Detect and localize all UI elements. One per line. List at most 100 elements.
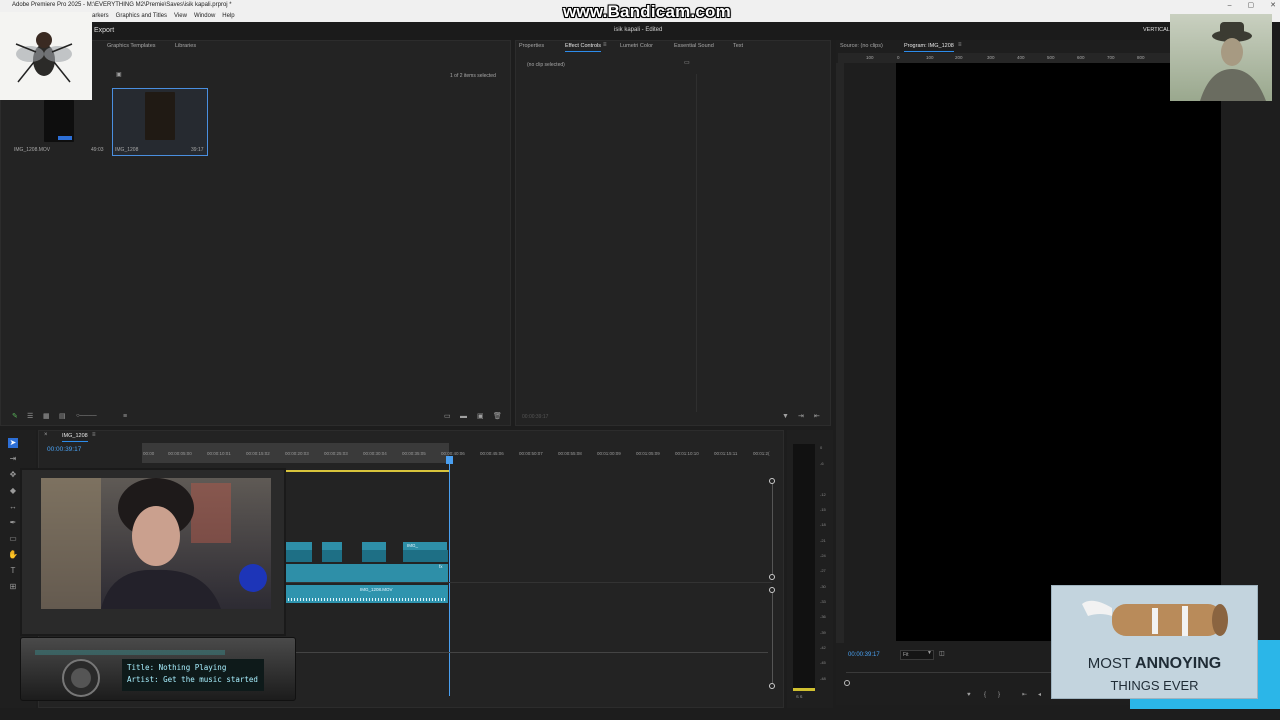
razor-tool-icon[interactable]: ◆ xyxy=(8,486,18,496)
ripple-edit-tool-icon[interactable]: ✥ xyxy=(8,470,18,480)
export-tab[interactable]: Export xyxy=(94,27,114,34)
find-icon[interactable]: ▭ xyxy=(444,413,451,420)
expand-icon[interactable]: ▭ xyxy=(684,60,690,66)
meter-scale: 0 xyxy=(820,445,823,450)
close-sequence-icon[interactable]: × xyxy=(44,432,48,438)
ruler-time: 00:00:30:04 xyxy=(363,451,387,456)
bandicam-watermark: www.Bandicam.com xyxy=(563,2,731,21)
menu-window[interactable]: Window xyxy=(194,11,215,22)
meter-scale: -21 xyxy=(820,538,826,543)
clip-gap xyxy=(342,550,362,562)
tab-text[interactable]: Text xyxy=(733,43,743,49)
settings-icon[interactable]: ◫ xyxy=(939,651,945,657)
ruler-time: 00:00:35:05 xyxy=(402,451,426,456)
ruler-time: 00:00:55:08 xyxy=(558,451,582,456)
hand-tool-icon[interactable]: ✋ xyxy=(8,550,18,560)
type-tool-icon[interactable]: T xyxy=(8,566,18,576)
audio-meter-bars xyxy=(793,444,815,690)
mark-in-icon[interactable]: { xyxy=(984,692,986,698)
sort-icon[interactable]: ≡ xyxy=(123,413,127,420)
streamer-icon xyxy=(41,478,267,609)
track-select-tool-icon[interactable]: ⇥ xyxy=(8,454,18,464)
go-to-in-icon[interactable]: ⇤ xyxy=(1022,692,1027,698)
tab-essential-sound[interactable]: Essential Sound xyxy=(674,43,714,49)
playhead-handle[interactable] xyxy=(446,456,453,464)
video-clip[interactable] xyxy=(362,542,386,550)
ruler-tick: 100 xyxy=(866,55,874,60)
workspace-label[interactable]: VERTICAL xyxy=(1143,27,1170,33)
caption-tool-icon[interactable]: ⊞ xyxy=(8,582,18,592)
selection-info: 1 of 2 items selected xyxy=(450,73,496,79)
zoom-slider[interactable]: ○──── xyxy=(76,413,97,419)
program-timecode[interactable]: 00:00:39:17 xyxy=(848,652,880,658)
scroll-handle[interactable] xyxy=(769,574,775,580)
pencil-icon[interactable]: ✎ xyxy=(12,413,18,420)
sequence-menu-icon[interactable]: ≡ xyxy=(92,432,96,438)
ruler-tick: 500 xyxy=(1047,55,1055,60)
minimize-button[interactable]: – xyxy=(1228,0,1232,11)
scroll-handle[interactable] xyxy=(769,683,775,689)
vertical-scrollbar[interactable] xyxy=(772,593,773,683)
step-back-icon[interactable]: ◂ xyxy=(1038,692,1041,698)
tab-graphics-templates[interactable]: Graphics Templates xyxy=(107,43,156,49)
program-scrub-track[interactable] xyxy=(846,672,1051,673)
meme-caption-annoying: ANNOYING xyxy=(1135,655,1222,672)
panel-menu-icon[interactable]: ≡ xyxy=(603,42,607,48)
window-controls: – ▢ ✕ xyxy=(1228,0,1276,11)
ruler-time: 00:00:45:06 xyxy=(480,451,504,456)
media-duration: 49:03 xyxy=(91,147,104,153)
menu-help[interactable]: Help xyxy=(222,11,234,22)
new-bin-bottom-icon[interactable]: ▬ xyxy=(460,413,467,420)
ruler-time: 00:00:50:07 xyxy=(519,451,543,456)
slip-tool-icon[interactable]: ↔ xyxy=(8,502,18,512)
tab-program[interactable]: Program: IMG_1208 xyxy=(904,43,954,52)
filter-icon[interactable]: ▼ xyxy=(782,413,789,420)
meter-scale: -48 xyxy=(820,676,826,681)
new-bin-icon[interactable]: ▣ xyxy=(116,72,122,78)
effect-timecode: 00:00:39:17 xyxy=(522,414,549,420)
clip-badge-icon xyxy=(58,136,72,140)
meter-scale: -27 xyxy=(820,568,826,573)
video-clip-track-2[interactable] xyxy=(286,564,448,582)
new-item-icon[interactable]: ▣ xyxy=(477,413,484,420)
menu-markers[interactable]: arkers xyxy=(92,11,109,22)
fx-badge: fx xyxy=(439,564,443,569)
vertical-scrollbar[interactable] xyxy=(772,484,773,574)
tab-libraries[interactable]: Libraries xyxy=(175,43,196,49)
video-clip[interactable] xyxy=(322,542,342,550)
tab-effect-controls[interactable]: Effect Controls xyxy=(565,43,601,52)
program-menu-icon[interactable]: ≡ xyxy=(958,42,962,48)
playhead[interactable] xyxy=(449,456,450,696)
maximize-button[interactable]: ▢ xyxy=(1248,0,1255,11)
mark-out-icon[interactable]: } xyxy=(998,692,1000,698)
meter-scale: -36 xyxy=(820,614,826,619)
trash-icon[interactable]: 🗑 xyxy=(493,413,502,420)
tab-lumetri-color[interactable]: Lumetri Color xyxy=(620,43,653,49)
freeform-view-icon[interactable]: ▤ xyxy=(59,413,66,420)
menu-view[interactable]: View xyxy=(174,11,187,22)
toggle-icon[interactable]: ⇤ xyxy=(814,413,820,420)
person-icon xyxy=(1200,22,1266,101)
icon-view-icon[interactable]: ▦ xyxy=(43,413,50,420)
tab-properties[interactable]: Properties xyxy=(519,43,544,49)
timeline-timecode[interactable]: 00:00:39:17 xyxy=(47,446,81,453)
ruler-time: 00:01:10:10 xyxy=(675,451,699,456)
export-frame-icon[interactable]: ⇥ xyxy=(798,413,804,420)
effect-controls-panel xyxy=(515,40,831,426)
rectangle-tool-icon[interactable]: ▭ xyxy=(8,534,18,544)
meme-caption-most: MOST xyxy=(1087,655,1135,672)
close-button[interactable]: ✕ xyxy=(1270,0,1276,11)
menu-graphics-and-titles[interactable]: Graphics and Titles xyxy=(116,11,167,22)
meter-scale: -33 xyxy=(820,599,826,604)
video-clip-body[interactable] xyxy=(286,550,448,562)
tab-sequence[interactable]: IMG_1208 xyxy=(62,433,88,442)
marker-icon[interactable]: ♥ xyxy=(967,692,971,698)
video-clip[interactable] xyxy=(286,542,312,550)
tab-source[interactable]: Source: (no clips) xyxy=(840,43,883,49)
program-video-canvas[interactable] xyxy=(896,63,1221,641)
zoom-handle[interactable] xyxy=(844,680,850,686)
selection-tool-icon[interactable]: ➤ xyxy=(8,438,18,448)
list-view-icon[interactable]: ☰ xyxy=(27,413,33,420)
media-name: IMG_1208.MOV xyxy=(14,147,51,153)
pen-tool-icon[interactable]: ✒ xyxy=(8,518,18,528)
